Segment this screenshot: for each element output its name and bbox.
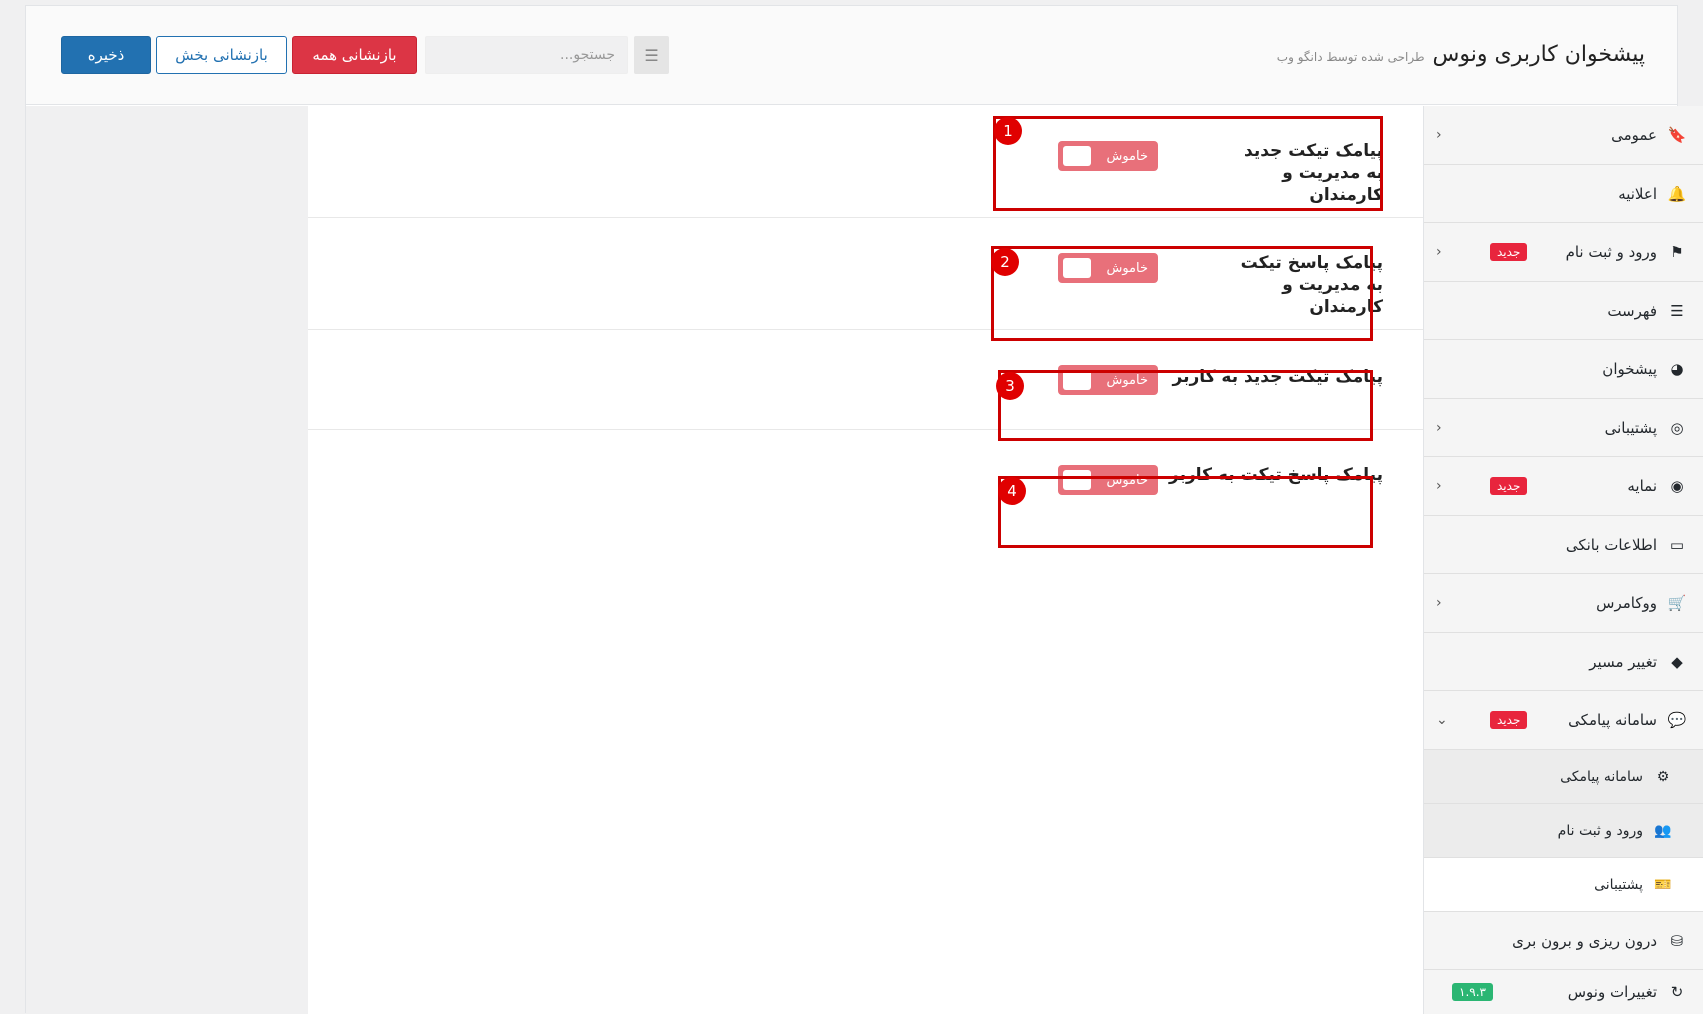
annotation-number: 2 [991, 248, 1019, 276]
header: پیشخوان کاربری ونوس طراحی شده توسط دانگو… [26, 6, 1677, 105]
annotation-number: 4 [998, 477, 1026, 505]
chevron-left-icon: ‹ [1436, 478, 1442, 494]
app-subtitle: طراحی شده توسط دانگو وب [1276, 50, 1425, 64]
annotation-box [998, 476, 1373, 548]
user-circle-icon: ◉ [1670, 477, 1684, 495]
sidebar-subitem-login[interactable]: 👥 ورود و ثبت نام [1424, 804, 1703, 858]
sidebar-item-label: ووکامرس [1596, 594, 1657, 612]
credit-card-icon: ▭ [1669, 535, 1685, 554]
annotation-box [991, 246, 1373, 341]
database-icon: ⛁ [1670, 931, 1684, 950]
reset-all-button[interactable]: بازنشانی همه [292, 36, 417, 74]
signpost-icon: ⚑ [1670, 243, 1684, 261]
sidebar-item-support[interactable]: ◎ پشتیبانی ‹ [1424, 399, 1703, 457]
chevron-left-icon: ‹ [1436, 419, 1442, 436]
bookmark-icon: 🔖 [1667, 126, 1687, 144]
sidebar-item-label: پیشخوان [1602, 360, 1657, 378]
refresh-icon: ↻ [1670, 983, 1684, 1001]
sidebar-item-login[interactable]: ⚑ ورود و ثبت نام جدید ‹ [1424, 223, 1703, 282]
sidebar-item-label: درون ریزی و برون بری [1512, 931, 1657, 950]
brand: پیشخوان کاربری ونوس طراحی شده توسط دانگو… [1277, 42, 1645, 67]
annotation-box [998, 370, 1373, 441]
app-frame: پیشخوان کاربری ونوس طراحی شده توسط دانگو… [25, 5, 1703, 1014]
new-badge: جدید [1490, 711, 1528, 729]
annotation-box [993, 116, 1383, 211]
reset-section-button[interactable]: بازنشانی بخش [156, 36, 287, 74]
sidebar-subitem-support[interactable]: 🎫 پشتیبانی [1424, 858, 1703, 912]
annotation-number: 1 [994, 117, 1022, 145]
collapse-menu-icon[interactable]: ☰ [634, 36, 669, 74]
sidebar-item-bank-info[interactable]: ▭ اطلاعات بانکی [1424, 516, 1703, 574]
new-badge: جدید [1490, 477, 1528, 495]
sidebar: 🔖 عمومی ‹ 🔔 اعلانیه ⚑ ورود و ثبت نام جدی… [1423, 106, 1703, 1014]
sidebar-item-label: پشتیبانی [1604, 418, 1657, 437]
version-badge: ۱.۹.۳ [1452, 983, 1493, 1001]
sidebar-subitem-label: ورود و ثبت نام [1557, 822, 1643, 839]
sidebar-item-notices[interactable]: 🔔 اعلانیه [1424, 165, 1703, 223]
save-button[interactable]: ذخیره [61, 36, 151, 74]
sidebar-item-redirect[interactable]: ◆ تغییر مسیر [1424, 633, 1703, 691]
sidebar-item-label: فهرست [1607, 301, 1657, 320]
sidebar-item-woocommerce[interactable]: 🛒 ووکامرس ‹ [1424, 574, 1703, 633]
chevron-down-icon: ⌄ [1436, 712, 1448, 728]
sidebar-subitem-sms-system[interactable]: ⚙ سامانه پیامکی [1424, 750, 1703, 804]
sidebar-item-label: سامانه پیامکی [1568, 711, 1657, 729]
sidebar-item-label: ورود و ثبت نام [1565, 243, 1657, 261]
sidebar-item-label: نمایه [1627, 477, 1657, 495]
sidebar-item-general[interactable]: 🔖 عمومی ‹ [1424, 106, 1703, 165]
main-content: پیامک تیکت جدید به مدیریت و کارمندان خام… [308, 106, 1423, 1014]
bell-icon: 🔔 [1667, 184, 1687, 203]
comments-icon: 💬 [1667, 711, 1687, 729]
sidebar-item-changelog[interactable]: ↻ تغییرات ونوس ۱.۹.۳ [1424, 970, 1703, 1014]
annotation-number: 3 [996, 372, 1024, 400]
sidebar-subitem-label: پشتیبانی [1594, 876, 1643, 893]
sidebar-item-profile[interactable]: ◉ نمایه جدید ‹ [1424, 457, 1703, 516]
sidebar-item-import-export[interactable]: ⛁ درون ریزی و برون بری [1424, 912, 1703, 970]
dashboard-icon: ◕ [1670, 360, 1684, 378]
sidebar-item-label: تغییر مسیر [1589, 652, 1657, 671]
ticket-icon: 🎫 [1654, 876, 1672, 893]
route-icon: ◆ [1671, 652, 1683, 671]
sidebar-item-sms[interactable]: 💬 سامانه پیامکی جدید ⌄ [1424, 691, 1703, 750]
sidebar-item-menu[interactable]: ☰ فهرست [1424, 282, 1703, 340]
list-icon: ☰ [1670, 301, 1684, 320]
new-badge: جدید [1490, 243, 1528, 261]
sidebar-item-label: اعلانیه [1618, 184, 1657, 203]
sidebar-subitem-label: سامانه پیامکی [1560, 768, 1643, 785]
chevron-left-icon: ‹ [1436, 127, 1442, 143]
sidebar-item-label: عمومی [1611, 126, 1657, 144]
cart-icon: 🛒 [1667, 594, 1687, 612]
sidebar-item-label: اطلاعات بانکی [1565, 535, 1657, 554]
users-icon: 👥 [1654, 822, 1672, 839]
chevron-left-icon: ‹ [1436, 244, 1442, 260]
app-title: پیشخوان کاربری ونوس [1432, 42, 1645, 67]
sidebar-item-dashboard[interactable]: ◕ پیشخوان [1424, 340, 1703, 399]
left-gutter [26, 106, 308, 1014]
search-input[interactable] [425, 36, 628, 74]
sidebar-item-label: تغییرات ونوس [1567, 983, 1657, 1001]
chevron-left-icon: ‹ [1436, 595, 1442, 611]
lifering-icon: ◎ [1670, 418, 1684, 437]
cogs-icon: ⚙ [1656, 768, 1670, 785]
